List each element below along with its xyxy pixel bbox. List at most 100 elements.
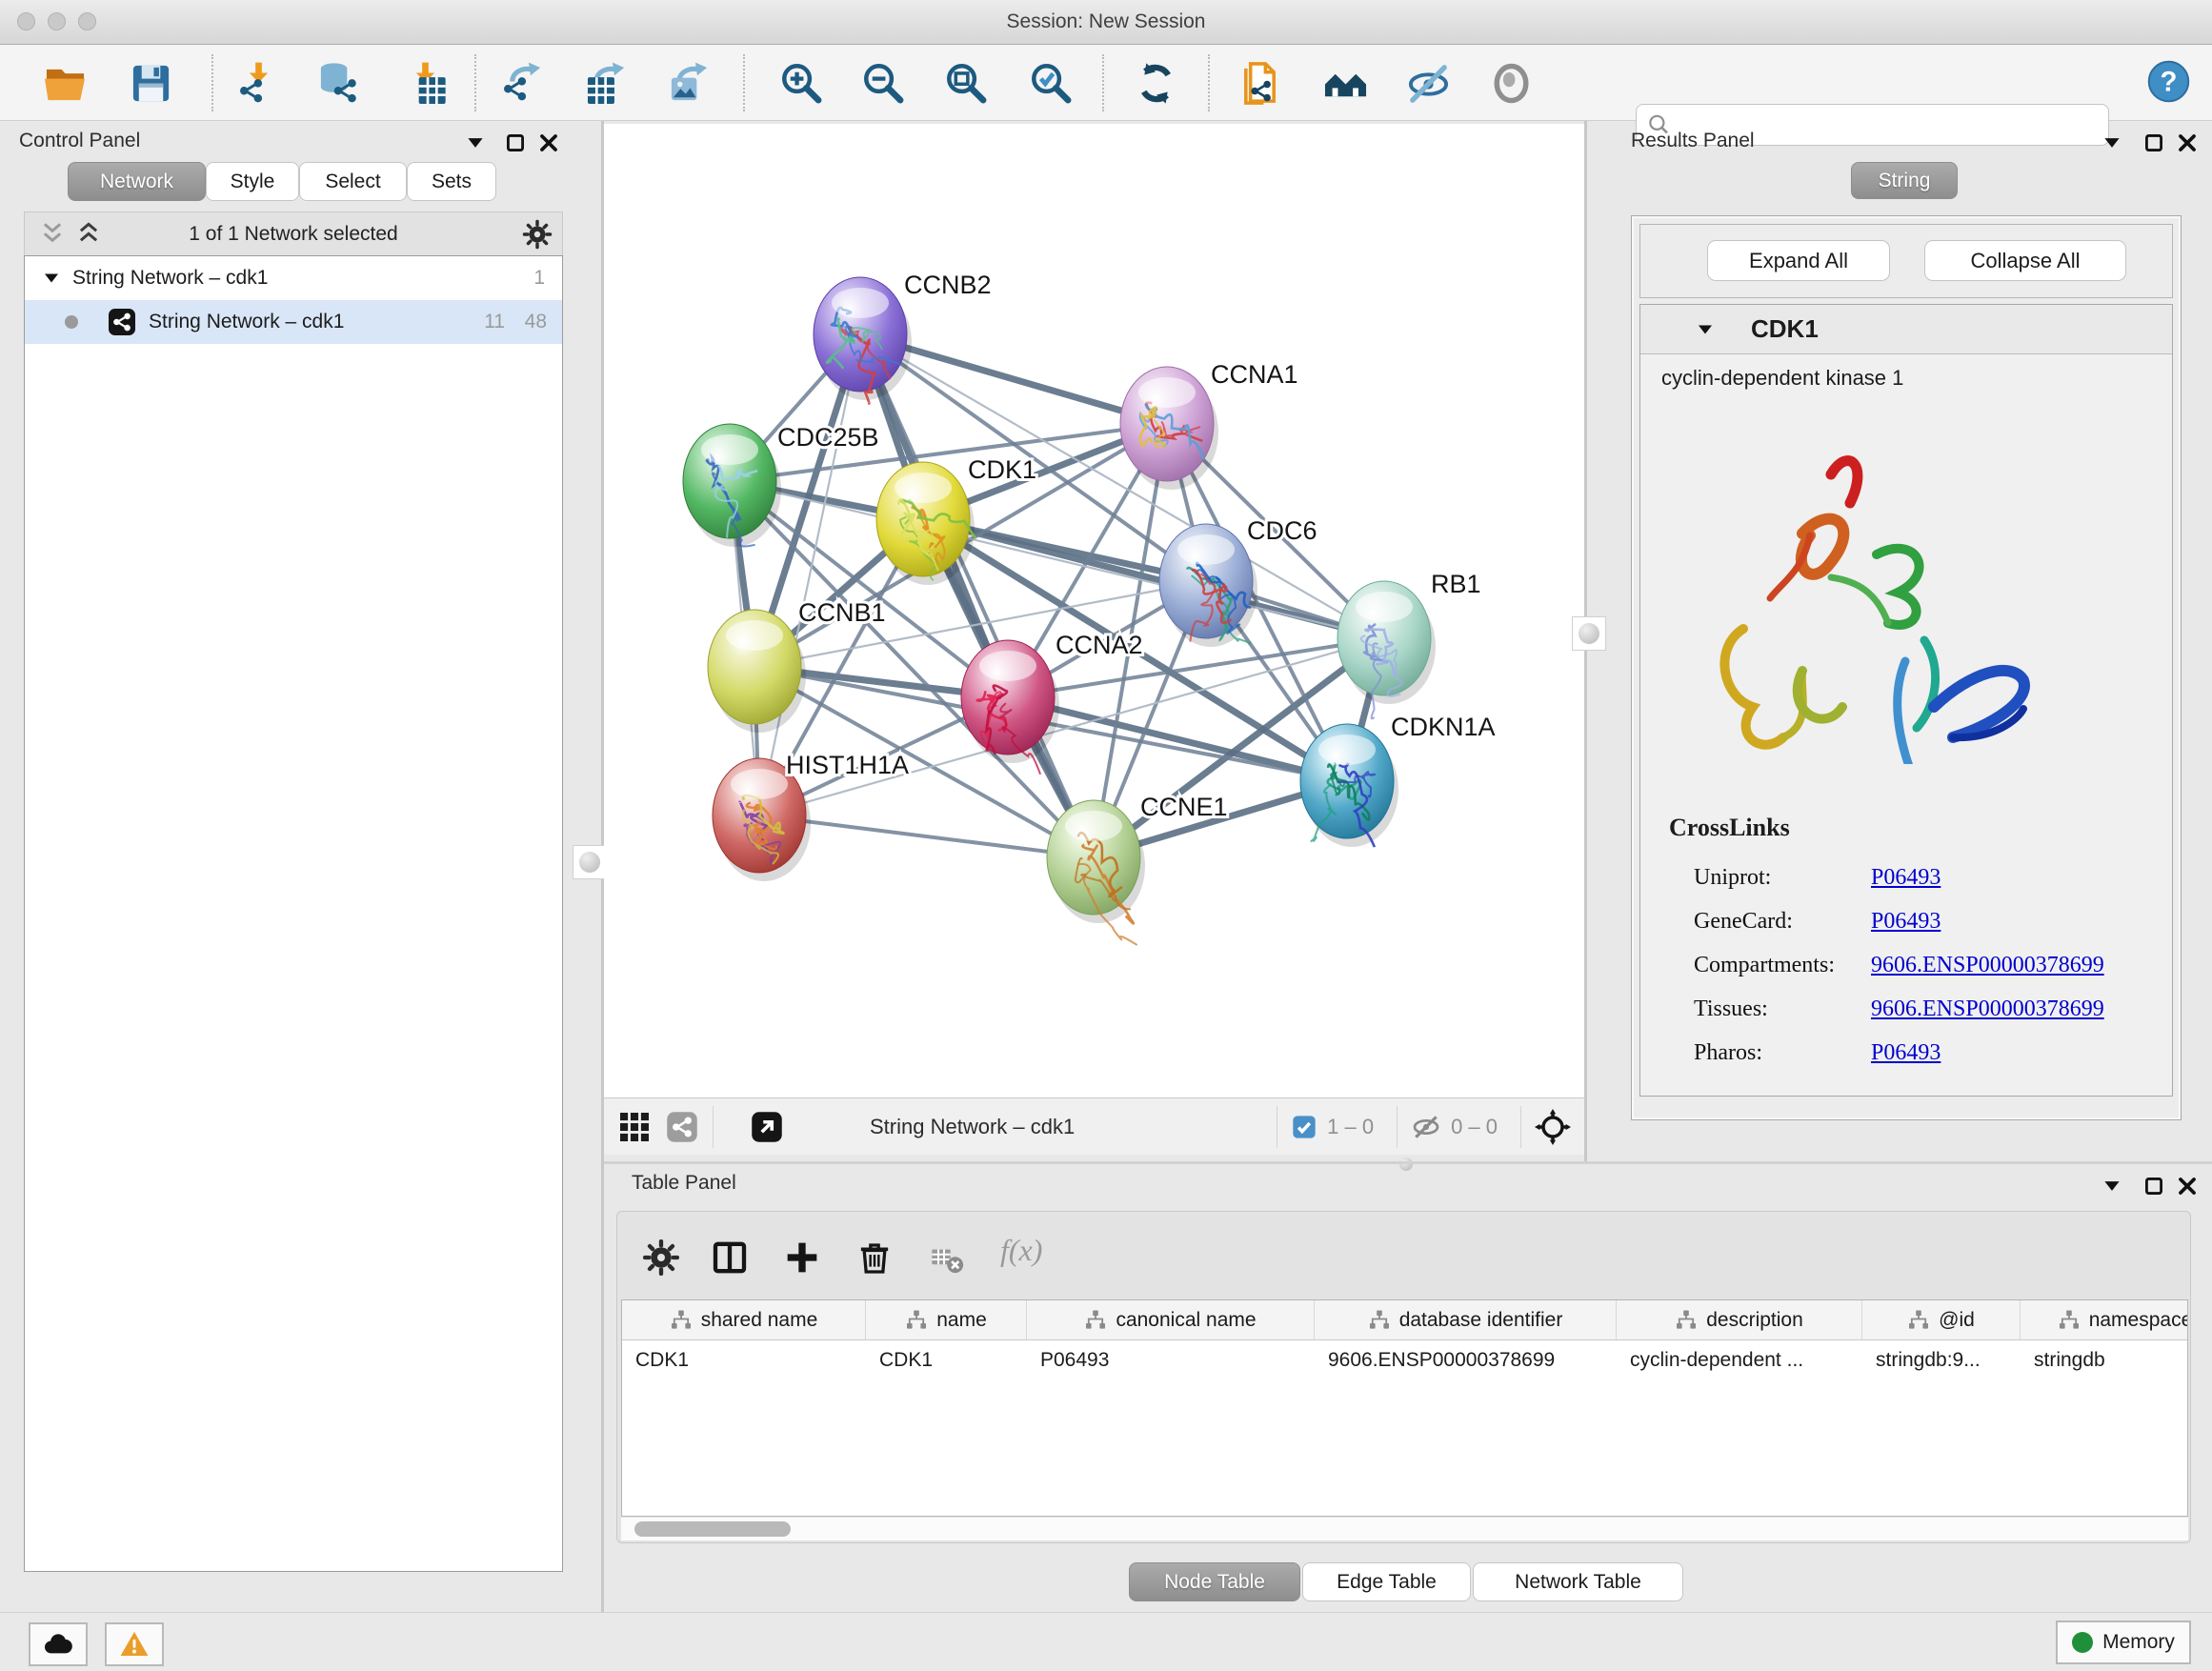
create-column-button[interactable] — [783, 1238, 821, 1277]
toolbar-separator — [1520, 1106, 1521, 1148]
refresh-layout-button[interactable] — [1134, 61, 1178, 106]
network-row[interactable]: String Network – cdk1 11 48 — [25, 300, 562, 344]
close-window-button[interactable] — [17, 12, 35, 30]
zoom-selected-button[interactable] — [1028, 61, 1073, 106]
table-panel-close-button[interactable] — [2175, 1174, 2200, 1198]
export-table-button[interactable] — [585, 61, 630, 106]
zoom-in-button[interactable] — [778, 61, 823, 106]
crosslink-link[interactable]: P06493 — [1871, 909, 1941, 935]
warning-button[interactable] — [105, 1622, 164, 1666]
column-header-canonical-name[interactable]: canonical name — [1027, 1300, 1315, 1339]
left-splitter-handle[interactable] — [573, 845, 607, 879]
fit-selected-icon[interactable] — [1535, 1109, 1571, 1145]
selected-nodes-checkbox[interactable] — [1291, 1114, 1317, 1140]
tab-network[interactable]: Network — [68, 162, 206, 201]
import-table-button[interactable] — [403, 61, 448, 106]
results-panel-float-button[interactable] — [2142, 131, 2166, 155]
collection-name: String Network – cdk1 — [72, 267, 268, 290]
table-panel-float-button[interactable] — [2142, 1174, 2166, 1198]
hierarchy-icon — [905, 1309, 928, 1332]
open-session-button[interactable] — [43, 61, 88, 106]
import-network-database-button[interactable] — [315, 61, 360, 106]
column-header-description[interactable]: description — [1617, 1300, 1862, 1339]
collapse-all-button[interactable]: Collapse All — [1924, 240, 2126, 281]
show-columns-button[interactable] — [711, 1238, 749, 1277]
network-node-count: 11 — [484, 311, 505, 333]
tab-sets[interactable]: Sets — [407, 162, 496, 201]
results-panel-close-button[interactable] — [2175, 131, 2200, 155]
network-node[interactable] — [1300, 724, 1398, 847]
results-panel-menu-button[interactable] — [2100, 131, 2124, 155]
network-overview-icon[interactable] — [665, 1110, 699, 1144]
control-panel-float-button[interactable] — [503, 131, 528, 155]
column-header--id[interactable]: @id — [1862, 1300, 2021, 1339]
network-edge[interactable] — [759, 638, 1384, 815]
network-edge[interactable] — [759, 334, 860, 815]
cloud-button[interactable] — [29, 1622, 88, 1666]
hidden-nodes-icon[interactable] — [1411, 1112, 1441, 1142]
column-header-shared-name[interactable]: shared name — [622, 1300, 866, 1339]
crosslink-link[interactable]: 9606.ENSP00000378699 — [1871, 953, 2104, 978]
control-panel-menu-button[interactable] — [463, 131, 488, 155]
network-node[interactable] — [814, 277, 912, 404]
tab-edge-table[interactable]: Edge Table — [1302, 1562, 1471, 1601]
network-node[interactable] — [1120, 367, 1218, 490]
window-titlebar: Session: New Session — [0, 0, 2212, 45]
network-canvas[interactable]: CCNB2CCNA1CDC25BCDK1CDC6RB1CCNB1CCNA2CDK… — [604, 124, 1584, 1097]
zoom-window-button[interactable] — [78, 12, 96, 30]
delete-column-button[interactable] — [855, 1238, 894, 1277]
scrollbar-thumb[interactable] — [634, 1521, 791, 1537]
tab-node-table[interactable]: Node Table — [1129, 1562, 1300, 1601]
horizontal-splitter-handle[interactable] — [1398, 1157, 1414, 1172]
network-selection-status: 1 of 1 Network selected — [25, 212, 562, 256]
right-splitter-handle[interactable] — [1572, 616, 1606, 651]
network-options-gear-icon[interactable] — [522, 219, 553, 250]
birds-eye-view-icon[interactable] — [617, 1110, 652, 1144]
column-header-namespace[interactable]: namespace — [2021, 1300, 2188, 1339]
network-list: String Network – cdk1 1 String Network –… — [24, 255, 563, 1572]
expand-all-button[interactable]: Expand All — [1707, 240, 1890, 281]
table-panel-splitter[interactable] — [604, 1161, 2212, 1164]
cloud-icon — [43, 1629, 73, 1660]
column-header-database-identifier[interactable]: database identifier — [1315, 1300, 1617, 1339]
memory-button[interactable]: Memory — [2056, 1621, 2191, 1664]
table-horizontal-scrollbar[interactable] — [621, 1518, 2188, 1540]
table-options-gear-icon[interactable] — [642, 1238, 680, 1277]
table-cell: stringdb — [2021, 1340, 2188, 1380]
save-session-button[interactable] — [129, 61, 173, 106]
export-image-button[interactable] — [668, 61, 713, 106]
zoom-out-button[interactable] — [860, 61, 905, 106]
export-network-button[interactable] — [501, 61, 546, 106]
string-document-button[interactable] — [1237, 61, 1282, 106]
network-node[interactable] — [1337, 581, 1436, 718]
minimize-window-button[interactable] — [48, 12, 66, 30]
network-node[interactable] — [1159, 524, 1257, 647]
gene-section-header[interactable]: CDK1 — [1640, 305, 2172, 354]
crosslink-link[interactable]: P06493 — [1871, 1040, 1941, 1066]
network-collection-row[interactable]: String Network – cdk1 1 — [25, 256, 562, 300]
import-network-file-button[interactable] — [236, 61, 281, 106]
tab-string[interactable]: String — [1851, 162, 1958, 199]
gene-collapse-icon[interactable] — [1694, 318, 1717, 341]
column-header-name[interactable]: name — [866, 1300, 1027, 1339]
crosslink-link[interactable]: 9606.ENSP00000378699 — [1871, 997, 2104, 1022]
control-panel-close-button[interactable] — [536, 131, 561, 155]
table-row[interactable]: CDK1CDK1P064939606.ENSP00000378699cyclin… — [622, 1340, 2187, 1380]
tab-style[interactable]: Style — [206, 162, 299, 201]
collection-count: 1 — [533, 267, 545, 290]
table-panel-menu-button[interactable] — [2100, 1174, 2124, 1198]
string-home-button[interactable] — [1323, 61, 1368, 106]
detach-view-button[interactable] — [750, 1110, 784, 1144]
zoom-fit-button[interactable] — [943, 61, 988, 106]
crosslink-row: Compartments:9606.ENSP00000378699 — [1694, 943, 2151, 987]
network-node[interactable] — [708, 610, 806, 733]
crosslink-link[interactable]: P06493 — [1871, 865, 1941, 891]
application-window: Session: New Session ? Control — [0, 0, 2212, 1671]
tab-select[interactable]: Select — [299, 162, 407, 201]
network-node[interactable] — [876, 462, 975, 585]
hide-unhide-button[interactable] — [1406, 61, 1451, 106]
network-node[interactable] — [1047, 800, 1145, 945]
collection-expand-icon[interactable] — [40, 267, 63, 290]
help-button[interactable]: ? — [2146, 59, 2191, 104]
tab-network-table[interactable]: Network Table — [1473, 1562, 1683, 1601]
